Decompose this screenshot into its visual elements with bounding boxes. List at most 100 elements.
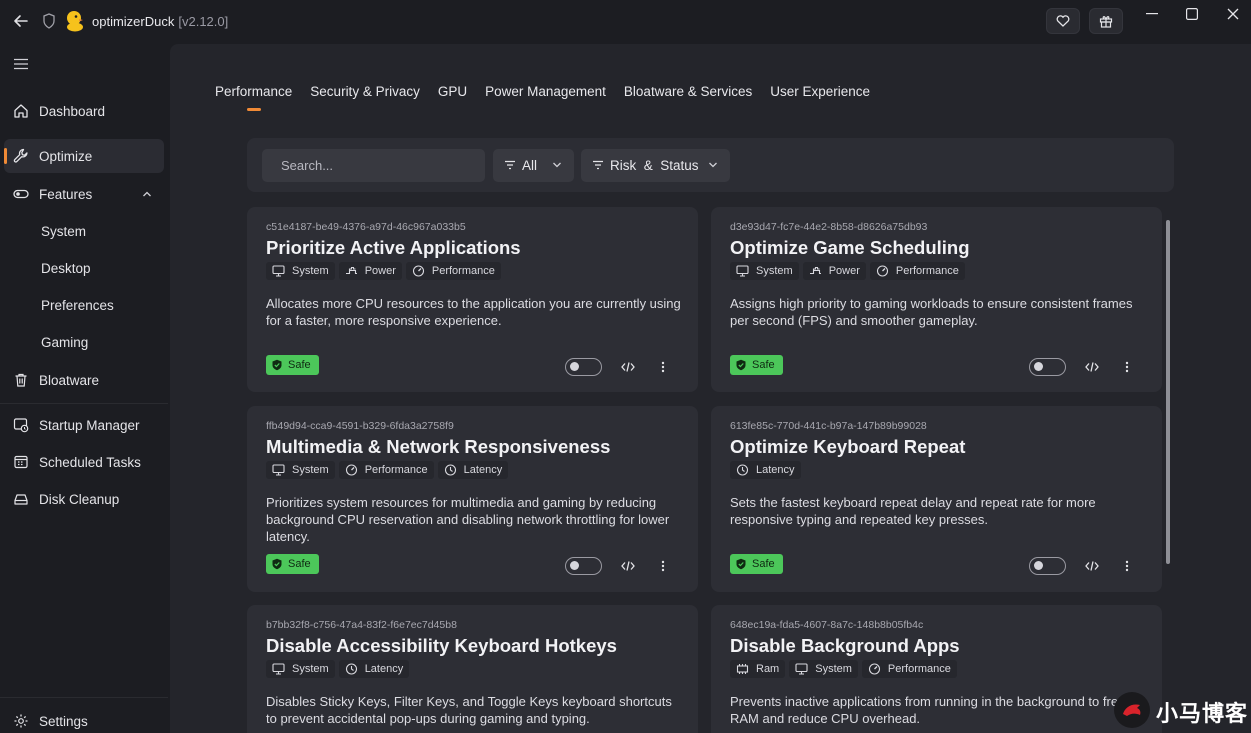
shield-check-icon — [272, 359, 282, 371]
filter-icon — [505, 160, 515, 170]
monitor-icon — [272, 265, 285, 277]
tag-system: System — [789, 660, 858, 678]
sidebar-item-disk-cleanup[interactable]: Disk Cleanup — [4, 482, 164, 516]
filter-icon — [593, 160, 603, 170]
home-icon — [14, 104, 28, 118]
tab-performance[interactable]: Performance — [215, 84, 292, 111]
disk-icon — [14, 494, 28, 505]
tag-system: System — [266, 262, 335, 280]
sidebar-subitem-system[interactable]: System — [41, 224, 86, 239]
monitor-icon — [736, 265, 749, 277]
scrollbar-thumb[interactable] — [1166, 220, 1170, 564]
tweak-title: Disable Background Apps — [730, 635, 960, 656]
tag-system: System — [266, 660, 335, 678]
app-version: [v2.12.0] — [178, 14, 229, 29]
code-icon[interactable] — [621, 361, 635, 373]
tab-bloatware-services[interactable]: Bloatware & Services — [624, 84, 752, 99]
tag-power: Power — [338, 262, 402, 280]
tweak-id: 648ec19a-fda5-4607-8a7c-148b8b05fb4c — [730, 619, 924, 631]
tab-gpu[interactable]: GPU — [438, 84, 467, 99]
tab-user-experience[interactable]: User Experience — [770, 84, 870, 99]
tab-power-management[interactable]: Power Management — [485, 84, 606, 99]
tab-security-privacy[interactable]: Security & Privacy — [310, 84, 420, 99]
sidebar: Dashboard Optimize Features System Deskt… — [0, 44, 170, 733]
tag-performance: Performance — [338, 461, 434, 479]
ram-chip-icon — [736, 664, 749, 674]
maximize-button[interactable] — [1178, 6, 1206, 22]
tweak-description: Disables Sticky Keys, Filter Keys, and T… — [266, 694, 672, 726]
enable-toggle[interactable] — [565, 557, 602, 575]
category-filter-dropdown[interactable]: All — [493, 149, 574, 182]
sidebar-item-label: Startup Manager — [39, 417, 140, 433]
clock-icon — [736, 464, 749, 476]
sidebar-item-label: Bloatware — [39, 372, 100, 388]
close-icon — [1227, 8, 1239, 20]
tag-latency: Latency — [338, 660, 410, 678]
close-button[interactable] — [1219, 6, 1247, 22]
more-options-icon[interactable] — [1125, 560, 1129, 572]
more-options-icon[interactable] — [1125, 361, 1129, 373]
sidebar-subitem-preferences[interactable]: Preferences — [41, 298, 114, 313]
sidebar-item-bloatware[interactable]: Bloatware — [4, 363, 164, 397]
sidebar-item-label: Scheduled Tasks — [39, 454, 141, 470]
watermark: 小马博客 — [1106, 688, 1251, 733]
sidebar-item-features[interactable]: Features — [4, 177, 164, 211]
wrench-icon — [13, 148, 28, 163]
category-tabs: Performance Security & Privacy GPU Power… — [215, 84, 888, 111]
chevron-up-icon[interactable] — [142, 189, 152, 199]
chevron-down-icon — [709, 162, 717, 168]
back-arrow-icon[interactable] — [12, 12, 30, 30]
code-icon[interactable] — [1085, 560, 1099, 572]
tag-list: Ram System Performance — [730, 660, 957, 678]
sidebar-subitem-gaming[interactable]: Gaming — [41, 335, 88, 350]
sidebar-item-label: Settings — [39, 713, 88, 729]
gauge-icon — [868, 663, 880, 675]
sidebar-subitem-desktop[interactable]: Desktop — [41, 261, 91, 276]
watermark-logo-icon — [1114, 692, 1150, 728]
tag-performance: Performance — [861, 660, 957, 678]
tweak-description: Sets the fastest keyboard repeat delay a… — [730, 495, 1096, 527]
risk-status-dropdown[interactable]: Risk & Status — [581, 149, 730, 182]
tweak-description: Assigns high priority to gaming workload… — [730, 296, 1133, 328]
dropdown-label: Risk & Status — [610, 158, 699, 173]
sidebar-item-optimize[interactable]: Optimize — [4, 139, 164, 173]
tweak-description: Allocates more CPU resources to the appl… — [266, 296, 681, 328]
code-icon[interactable] — [1085, 361, 1099, 373]
tweak-id: b7bb32f8-c756-47a4-83f2-f6e7ec7d45b8 — [266, 619, 457, 631]
more-options-icon[interactable] — [661, 560, 665, 572]
tag-list: System Power Performance — [266, 262, 501, 280]
more-options-icon[interactable] — [661, 361, 665, 373]
hamburger-menu-icon[interactable] — [13, 58, 29, 70]
enable-toggle[interactable] — [1029, 358, 1066, 376]
gauge-icon — [345, 464, 357, 476]
sidebar-item-startup-manager[interactable]: Startup Manager — [4, 408, 164, 442]
gift-button[interactable] — [1089, 8, 1123, 34]
gauge-icon — [876, 265, 888, 277]
app-title: optimizerDuck [v2.12.0] — [92, 14, 229, 29]
favorite-button[interactable] — [1046, 8, 1080, 34]
minimize-button[interactable] — [1138, 6, 1166, 22]
sidebar-item-dashboard[interactable]: Dashboard — [4, 94, 164, 128]
sidebar-item-settings[interactable]: Settings — [4, 704, 164, 733]
monitor-icon — [272, 464, 285, 476]
power-plug-icon — [809, 266, 821, 275]
search-input[interactable] — [262, 149, 485, 182]
risk-badge-safe: Safe — [730, 355, 783, 375]
code-icon[interactable] — [621, 560, 635, 572]
enable-toggle[interactable] — [1029, 557, 1066, 575]
startup-icon — [13, 418, 29, 433]
tweak-title: Disable Accessibility Keyboard Hotkeys — [266, 635, 617, 656]
tweak-card: c51e4187-be49-4376-a97d-46c967a033b5 Pri… — [247, 207, 698, 392]
tweak-title: Optimize Game Scheduling — [730, 237, 970, 258]
shield-check-icon — [736, 558, 746, 570]
tweak-id: ffb49d94-cca9-4591-b329-6fda3a2758f9 — [266, 420, 454, 432]
enable-toggle[interactable] — [565, 358, 602, 376]
tweak-id: c51e4187-be49-4376-a97d-46c967a033b5 — [266, 221, 466, 233]
chevron-down-icon — [553, 162, 561, 168]
tag-list: System Performance Latency — [266, 461, 509, 479]
title-bar: optimizerDuck [v2.12.0] — [0, 0, 1251, 44]
sidebar-item-scheduled-tasks[interactable]: Scheduled Tasks — [4, 445, 164, 479]
tweak-card: 613fe85c-770d-441c-b97a-147b89b99028 Opt… — [711, 406, 1162, 592]
tweak-title: Multimedia & Network Responsiveness — [266, 436, 611, 457]
heart-icon — [1056, 15, 1070, 27]
